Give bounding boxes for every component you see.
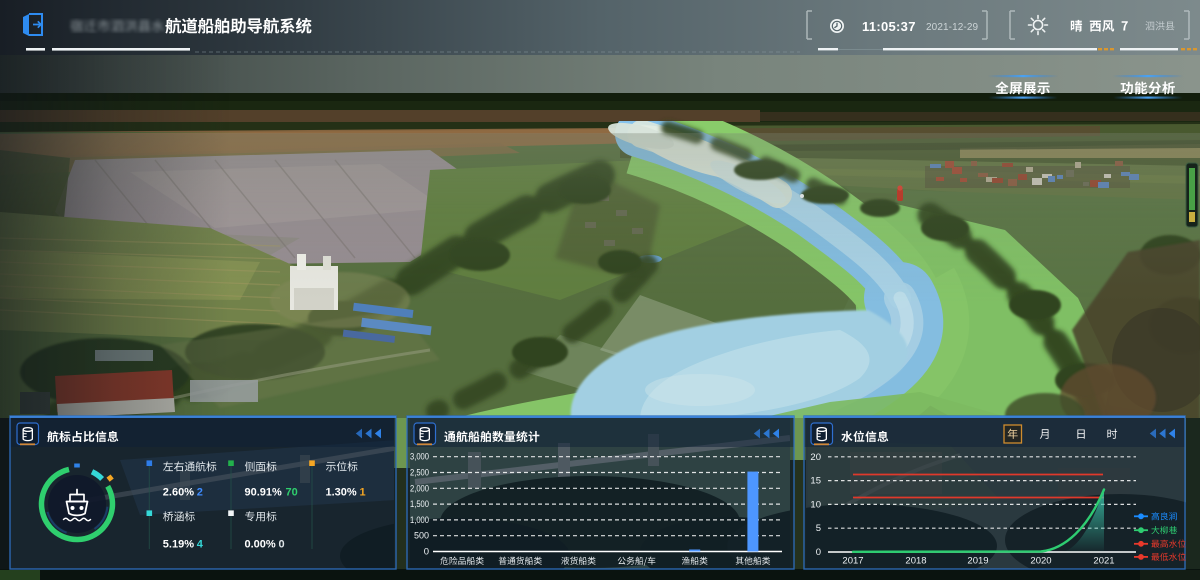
svg-text:0.00%: 0.00% (245, 538, 276, 550)
svg-text:90.91%: 90.91% (245, 486, 283, 498)
svg-text:3,000: 3,000 (410, 452, 429, 463)
svg-text:70: 70 (286, 486, 298, 498)
svg-text:500: 500 (414, 531, 429, 542)
svg-text:5.19%: 5.19% (163, 538, 194, 550)
svg-text:2020: 2020 (1030, 556, 1051, 567)
svg-text:2: 2 (197, 486, 203, 498)
svg-text:1.30%: 1.30% (326, 486, 357, 498)
svg-text:2.60%: 2.60% (163, 486, 194, 498)
svg-text:10: 10 (810, 499, 821, 510)
svg-text:2018: 2018 (905, 556, 926, 567)
svg-text:2,000: 2,000 (410, 483, 429, 494)
svg-text:0: 0 (424, 547, 429, 558)
svg-text:15: 15 (810, 476, 821, 487)
svg-text:5: 5 (816, 523, 821, 534)
svg-text:1,000: 1,000 (410, 515, 429, 526)
svg-text:20: 20 (810, 452, 821, 463)
svg-text:0: 0 (816, 547, 821, 558)
svg-text:2,500: 2,500 (410, 468, 429, 479)
svg-text:1,500: 1,500 (410, 499, 429, 510)
svg-text:0: 0 (279, 538, 285, 550)
svg-text:2021: 2021 (1093, 556, 1114, 567)
svg-text:2017: 2017 (842, 556, 863, 567)
svg-text:2019: 2019 (967, 556, 988, 567)
svg-text:1: 1 (360, 486, 366, 498)
svg-text:4: 4 (197, 538, 204, 550)
